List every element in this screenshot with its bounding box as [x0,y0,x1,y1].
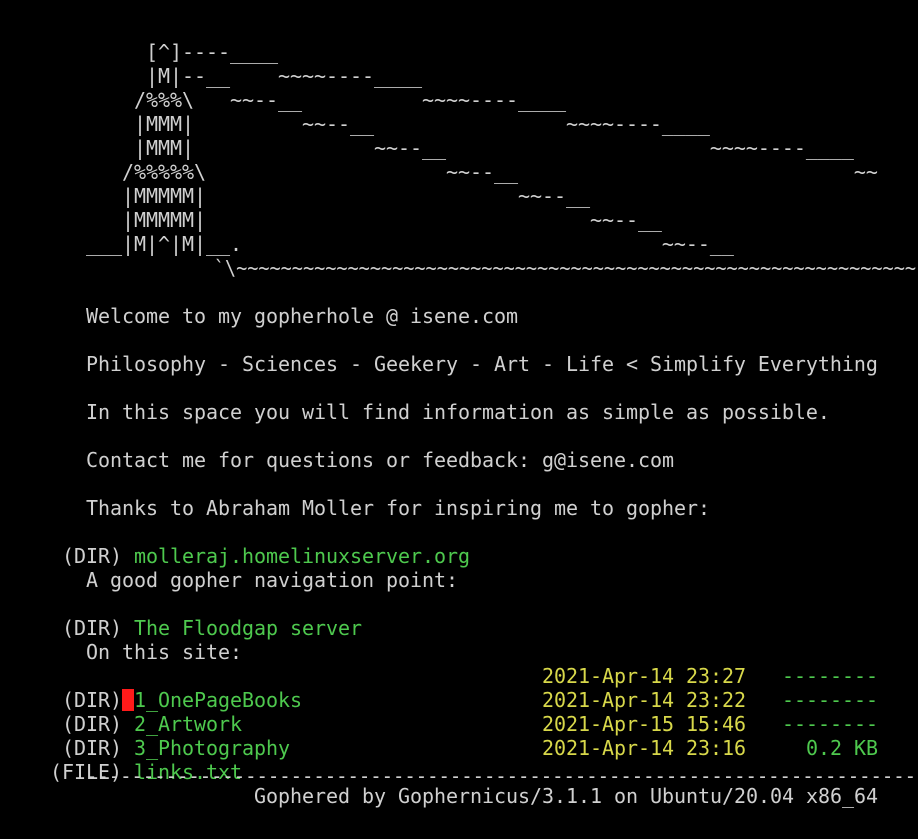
contact-text: Contact me for questions or feedback: g@… [86,448,674,472]
item-date: 2021-Apr-14 23:22 [542,688,746,712]
site-item-row[interactable]: (FILE) links.txt [2,736,242,784]
item-size: -------- [782,664,878,688]
menu-row-floodgap[interactable]: (DIR) The Floodgap server [2,592,362,640]
ascii-line-8: |MMMMM| ~~--__ [2,208,662,232]
ascii-line-2: |M|--__ ~~~~----____ [2,64,422,88]
ascii-line-6: /%%%%%\ ~~--__ ~~ [2,160,878,184]
on-site-heading: On this site: [86,640,242,664]
thanks-text: Thanks to Abraham Moller for inspiring m… [86,496,710,520]
item-type-dir: (DIR) [50,616,134,640]
footer-credit: Gophered by Gophernicus/3.1.1 on Ubuntu/… [254,784,878,808]
tagline-text: Philosophy - Sciences - Geekery - Art - … [86,352,878,376]
ascii-line-9: ___|M|^|M|__. ~~--__ [2,232,734,256]
ascii-line-5: |MMM| ~~--__ ~~~~----____ [2,136,854,160]
site-item-row[interactable]: (DIR) 3_Photography [2,712,290,760]
item-size: 0.2 KB [806,736,878,760]
ascii-line-1: [^]----____ [2,40,278,64]
item-date: 2021-Apr-14 23:16 [542,736,746,760]
ascii-line-10: `\~~~~~~~~~~~~~~~~~~~~~~~~~~~~~~~~~~~~~~… [2,256,916,280]
ascii-line-4: |MMM| ~~--__ ~~~~----____ [2,112,710,136]
item-size: -------- [782,688,878,712]
site-item-row[interactable]: (DIR) 1_OnePageBooks [2,664,302,712]
intro-text: In this space you will find information … [86,400,830,424]
item-date: 2021-Apr-14 23:27 [542,664,746,688]
link-molleraj[interactable]: molleraj.homelinuxserver.org [134,544,470,568]
link-floodgap[interactable]: The Floodgap server [134,616,362,640]
item-size: -------- [782,712,878,736]
nav-point-text: A good gopher navigation point: [86,568,458,592]
welcome-text: Welcome to my gopherhole @ isene.com [86,304,518,328]
gopher-terminal-screen: [^]----____ |M|--__ ~~~~----____ /%%%\ ~… [0,0,918,839]
site-item-row[interactable]: (DIR) 2_Artwork [2,688,242,736]
menu-row-moller[interactable]: (DIR) molleraj.homelinuxserver.org [2,520,470,568]
item-type-dir: (DIR) [50,544,134,568]
ascii-line-3: /%%%\ ~~--__ ~~~~----____ [2,88,566,112]
item-date: 2021-Apr-15 15:46 [542,712,746,736]
ascii-line-7: |MMMMM| ~~--__ [2,184,590,208]
